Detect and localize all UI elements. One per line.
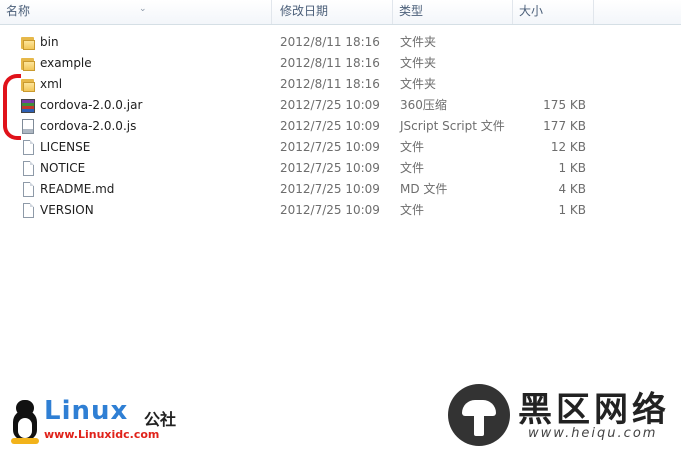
file-name: example [40,56,92,70]
linux-watermark-suffix: 公社 [144,410,177,429]
column-header-date[interactable]: 修改日期 [274,0,393,24]
file-type: 文件夹 [400,35,437,49]
file-name: cordova-2.0.0.js [40,119,137,133]
file-date: 2012/7/25 10:09 [280,140,380,154]
column-header-bar: 名称 ⌄ 修改日期 类型 大小 [0,0,681,25]
file-size: 175 KB [543,98,586,112]
file-size: 12 KB [550,140,586,154]
folder-icon [20,56,36,72]
penguin-logo-icon [8,400,42,444]
column-header-date-label: 修改日期 [280,4,329,18]
file-date: 2012/7/25 10:09 [280,161,380,175]
file-row[interactable]: xml 2012/8/11 18:16 文件夹 [0,74,600,95]
file-icon [20,161,36,177]
archive-icon [20,98,36,114]
file-name: bin [40,35,59,49]
column-header-name[interactable]: 名称 ⌄ [0,0,272,24]
file-size: 1 KB [558,161,586,175]
file-date: 2012/8/11 18:16 [280,77,380,91]
column-header-size[interactable]: 大小 [513,0,594,24]
mushroom-logo-icon [448,384,510,446]
file-date: 2012/7/25 10:09 [280,119,380,133]
file-type: 文件夹 [400,56,437,70]
column-header-type-label: 类型 [399,4,424,18]
file-row[interactable]: VERSION 2012/7/25 10:09 文件 1 KB [0,200,600,221]
file-row[interactable]: NOTICE 2012/7/25 10:09 文件 1 KB [0,158,600,179]
file-icon [20,203,36,219]
file-name: VERSION [40,203,94,217]
file-size: 4 KB [558,182,586,196]
file-type: 文件 [400,203,425,217]
column-header-type[interactable]: 类型 [393,0,513,24]
file-icon [20,182,36,198]
linux-watermark-url: www.Linuxidc.com [44,428,160,441]
column-header-size-label: 大小 [519,4,544,18]
heiqu-watermark: 黑区网络 www.heiqu.com [448,380,678,448]
file-type: 文件 [400,161,425,175]
file-icon [20,140,36,156]
red-bracket-annotation [3,74,21,140]
file-type: 文件 [400,140,425,154]
linux-watermark-title: Linux [44,396,129,426]
file-row[interactable]: bin 2012/8/11 18:16 文件夹 [0,32,600,53]
file-name: cordova-2.0.0.jar [40,98,143,112]
file-name: xml [40,77,63,91]
file-size: 177 KB [543,119,586,133]
file-name: README.md [40,182,115,196]
script-file-icon [20,119,36,135]
file-name: NOTICE [40,161,86,175]
file-size: 1 KB [558,203,586,217]
file-date: 2012/8/11 18:16 [280,35,380,49]
sort-arrow-icon: ⌄ [139,4,147,14]
file-row[interactable]: cordova-2.0.0.jar 2012/7/25 10:09 360压缩 … [0,95,600,116]
file-type: JScript Script 文件 [400,119,505,133]
file-row[interactable]: example 2012/8/11 18:16 文件夹 [0,53,600,74]
file-row[interactable]: README.md 2012/7/25 10:09 MD 文件 4 KB [0,179,600,200]
file-date: 2012/7/25 10:09 [280,203,380,217]
heiqu-watermark-title: 黑区网络 [518,390,670,430]
file-row[interactable]: cordova-2.0.0.js 2012/7/25 10:09 JScript… [0,116,600,137]
file-type: 360压缩 [400,98,447,112]
folder-icon [20,77,36,93]
file-date: 2012/7/25 10:09 [280,182,380,196]
column-header-name-label: 名称 [6,4,31,18]
file-date: 2012/8/11 18:16 [280,56,380,70]
linux-watermark: Linux 公社 www.Linuxidc.com [6,396,206,448]
file-date: 2012/7/25 10:09 [280,98,380,112]
file-type: 文件夹 [400,77,437,91]
file-name: LICENSE [40,140,91,154]
heiqu-watermark-url: www.heiqu.com [528,426,658,441]
folder-icon [20,35,36,51]
file-type: MD 文件 [400,182,448,196]
file-row[interactable]: LICENSE 2012/7/25 10:09 文件 12 KB [0,137,600,158]
